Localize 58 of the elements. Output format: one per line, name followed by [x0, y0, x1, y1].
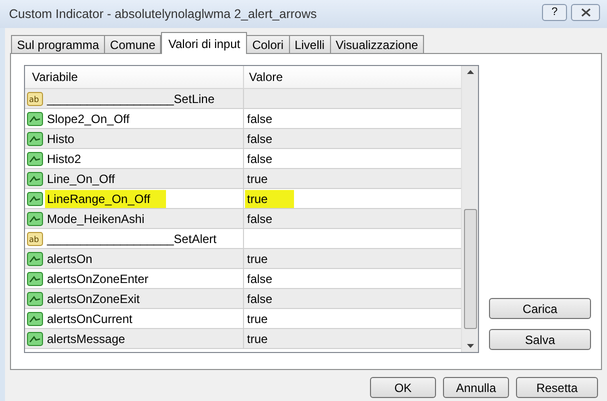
- variable-name: alertsOn: [47, 250, 92, 268]
- line-variable-icon: [27, 250, 43, 266]
- variable-value: true: [247, 330, 268, 348]
- help-button[interactable]: ?: [542, 4, 567, 20]
- variable-name: alertsOnZoneExit: [47, 290, 140, 308]
- variable-value: false: [247, 150, 272, 168]
- text-variable-icon: ab: [27, 90, 43, 106]
- column-header: Variabile: [25, 66, 244, 88]
- line-variable-icon: [27, 330, 43, 346]
- ok-button[interactable]: OK: [370, 377, 436, 398]
- tab[interactable]: Sul programma: [11, 35, 106, 53]
- variable-value: false: [247, 130, 272, 148]
- reset-button[interactable]: Resetta: [516, 377, 598, 398]
- variable-value: true: [247, 250, 268, 268]
- tab[interactable]: Colori: [246, 35, 290, 53]
- variable-value: false: [247, 110, 272, 128]
- scroll-up-icon[interactable]: [466, 70, 474, 74]
- line-variable-icon: [27, 290, 43, 306]
- line-variable-icon: [27, 110, 43, 126]
- variable-name: alertsOnZoneEnter: [47, 270, 148, 288]
- side-button[interactable]: Salva: [489, 329, 591, 350]
- variable-value: false: [247, 210, 272, 228]
- line-variable-icon: [27, 310, 43, 326]
- variable-value: true: [247, 310, 268, 328]
- variable-name: Histo2: [47, 150, 82, 168]
- variable-name: ___________________SetLine: [47, 90, 215, 108]
- scroll-down-icon[interactable]: [466, 344, 474, 348]
- variable-name: ___________________SetAlert: [47, 230, 216, 248]
- tab[interactable]: Comune: [104, 35, 162, 53]
- variable-value: true: [247, 170, 268, 188]
- variable-name: Mode_HeikenAshi: [47, 210, 144, 228]
- side-button[interactable]: Carica: [489, 298, 591, 319]
- tab[interactable]: Valori di input: [161, 32, 248, 54]
- line-variable-icon: [27, 190, 43, 206]
- variable-name: alertsOnCurrent: [47, 310, 132, 328]
- variable-name: LineRange_On_Off: [45, 190, 166, 208]
- variable-name: alertsMessage: [47, 330, 126, 348]
- variable-value: true: [245, 190, 294, 208]
- column-header: Valore: [248, 69, 284, 86]
- close-button[interactable]: [571, 4, 600, 20]
- tab[interactable]: Livelli: [288, 35, 331, 53]
- variable-name: Slope2_On_Off: [47, 110, 130, 128]
- line-variable-icon: [27, 270, 43, 286]
- variable-value: false: [247, 290, 272, 308]
- text-variable-icon: ab: [27, 230, 43, 246]
- line-variable-icon: [27, 130, 43, 146]
- variable-name: Line_On_Off: [47, 170, 115, 188]
- scrollbar[interactable]: [461, 66, 478, 352]
- variable-name: Histo: [47, 130, 74, 148]
- window-title: Custom Indicator - absolutelynolaglwma 2_alert_arrows: [9, 6, 317, 23]
- cancel-button[interactable]: Annulla: [443, 377, 509, 398]
- variable-value: false: [247, 270, 272, 288]
- tab[interactable]: Visualizzazione: [330, 35, 424, 53]
- line-variable-icon: [27, 170, 43, 186]
- line-variable-icon: [27, 150, 43, 166]
- line-variable-icon: [27, 210, 43, 226]
- close-icon: [580, 8, 590, 16]
- scrollbar-thumb[interactable]: [464, 209, 476, 329]
